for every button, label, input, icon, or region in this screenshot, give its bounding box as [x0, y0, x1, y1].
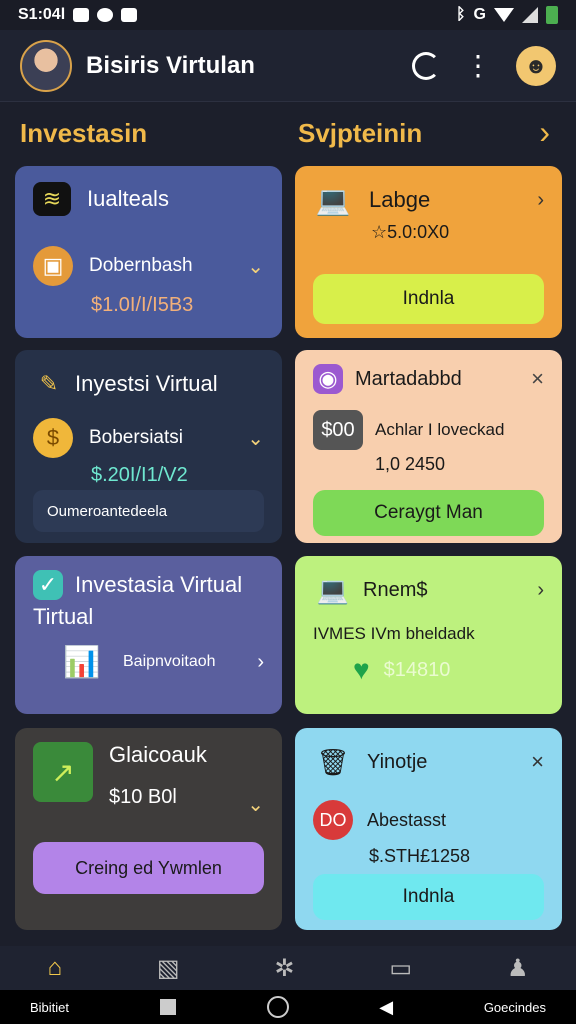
bottom-navigation: ⌂ ▧ ✲ ▭ ♟ [0, 946, 576, 990]
card-rnems[interactable]: 💻 Rnem$ › IVMES IVm bheldadk ♥ $14810 [295, 556, 562, 714]
wifi-icon [494, 8, 514, 22]
line1: Achlar I loveckad [375, 420, 505, 439]
app-bar: Bisiris Virtulan ⋮ ☻ [0, 30, 576, 102]
chevron-right-icon[interactable]: › [257, 651, 264, 674]
card-title: Martadabbd [355, 367, 462, 390]
refresh-icon[interactable] [412, 51, 440, 80]
sysnav-left-label: Bibitiet [30, 999, 70, 1015]
card-title: Yinotje [367, 750, 428, 773]
amount: $.STH£1258 [369, 846, 471, 866]
signal-icon [522, 7, 538, 23]
status-g-icon: G [473, 6, 486, 23]
app-title: Bisiris Virtulan [86, 51, 255, 79]
badge-icon: DO [313, 800, 353, 840]
laptop-icon: 💻 [316, 574, 350, 605]
money-icon: $00 [313, 410, 363, 450]
item-label: Dobernbash [89, 255, 193, 276]
line2: 1,0 2450 [375, 454, 446, 474]
check-shield-icon: ✓ [33, 570, 63, 600]
close-icon[interactable]: × [531, 749, 544, 775]
card-title: Rnem$ [363, 578, 428, 601]
trash-icon: 🗑 [316, 746, 350, 777]
card-title: Iualteals [87, 186, 169, 211]
chevron-right-icon[interactable]: › [537, 189, 544, 212]
card-martadabbd[interactable]: ◉ Martadabbd × $00 Achlar I loveckad 1,0… [295, 350, 562, 543]
pencil-icon: ✎ [39, 371, 59, 396]
heart-icon: ♥ [353, 654, 370, 685]
wallet-icon[interactable]: ▭ [389, 954, 412, 983]
indnla-button[interactable]: Indnla [313, 874, 544, 920]
back-icon[interactable]: ◀ [379, 997, 393, 1018]
item-label: Baipnvoitaoh [123, 653, 216, 670]
app-icon [97, 8, 114, 22]
laptop-icon: 💻 [315, 184, 351, 216]
person-icon[interactable]: ♟ [507, 954, 529, 983]
profile-icon[interactable]: ☻ [516, 45, 556, 86]
bluetooth-icon: ᛒ [455, 6, 466, 23]
home-icon[interactable]: ⌂ [47, 954, 62, 982]
more-options-icon[interactable]: ⋮ [464, 51, 492, 80]
card-yinotje[interactable]: 🗑 Yinotje × DO Abestasst $.STH£1258 Indn… [295, 728, 562, 930]
section-title-left: Investasin [20, 118, 148, 148]
ceraygt-button[interactable]: Ceraygt Man [313, 490, 544, 536]
creing-button[interactable]: Creing ed Ywmlen [33, 842, 264, 894]
star-icon: ☆ [371, 222, 388, 242]
card-title: Labge [369, 187, 431, 212]
status-bar: S1:04l ᛒ G [0, 0, 576, 30]
value: 5.0:0X0 [387, 222, 450, 242]
item-label: Abestasst [367, 809, 447, 830]
item-label: Bobersiatsi [89, 427, 183, 448]
chart-icon: 📊 [63, 645, 101, 679]
chevron-right-icon[interactable]: › [537, 579, 544, 602]
coin-icon: $ [33, 418, 73, 458]
card-labge[interactable]: 💻 Labge › ☆ 5.0:0X0 Indnla [295, 166, 562, 338]
chevron-down-icon[interactable]: ⌄ [247, 254, 264, 279]
user-icon: ◉ [313, 364, 343, 394]
amount: $14810 [383, 658, 451, 681]
settings-icon[interactable]: ✲ [274, 954, 294, 983]
notification-icon [73, 8, 90, 22]
section-title-right: Svjpteinin [298, 118, 423, 148]
bookmark-icon[interactable]: ▧ [157, 954, 180, 983]
close-icon[interactable]: × [531, 366, 544, 392]
battery-icon [546, 6, 558, 24]
chevron-down-icon[interactable]: ⌄ [247, 426, 264, 451]
card-title: Glaicoauk [109, 742, 207, 767]
details-field[interactable]: Oumeroantedeela [33, 490, 264, 532]
section-arrow-icon[interactable]: › [539, 114, 550, 151]
status-time: S1:04l [18, 6, 66, 23]
stack-icon: ≋ [33, 182, 71, 216]
message-icon [121, 8, 138, 22]
card-virtual-investment[interactable]: ✎ Inyestsi Virtual $ Bobersiatsi ⌄ $.20I… [15, 350, 282, 543]
info-line: IVMES IVm bheldadk [313, 624, 475, 643]
card-title: Investasia Virtual [75, 572, 243, 597]
home-button-icon[interactable] [266, 996, 289, 1018]
sysnav-right-label: Goecindes [483, 999, 546, 1015]
avatar[interactable] [20, 39, 72, 92]
amount: $.20I/I1/V2 [91, 464, 188, 486]
growth-chart-icon: ↗ [33, 742, 93, 802]
card-title: Inyestsi Virtual [75, 371, 218, 396]
recents-icon[interactable] [159, 999, 176, 1015]
card-subtitle: Tirtual [33, 604, 94, 629]
card-investments[interactable]: ≋ Iualteals ▣ Dobernbash ⌄ $1.0I/I/I5B3 [15, 166, 282, 338]
chevron-down-icon[interactable]: ⌄ [247, 792, 264, 817]
indnla-button[interactable]: Indnla [313, 274, 544, 324]
wallet-icon: ▣ [33, 246, 73, 286]
card-glaicoauk[interactable]: ↗ Glaicoauk $10 B0l ⌄ Creing ed Ywmlen [15, 728, 282, 930]
system-navigation: Bibitiet ◀ Goecindes [0, 990, 576, 1024]
amount: $1.0I/I/I5B3 [91, 294, 194, 316]
amount: $10 B0l [109, 786, 177, 808]
card-investasia-virtual[interactable]: ✓ Investasia Virtual Tirtual 📊 Baipnvoit… [15, 556, 282, 714]
